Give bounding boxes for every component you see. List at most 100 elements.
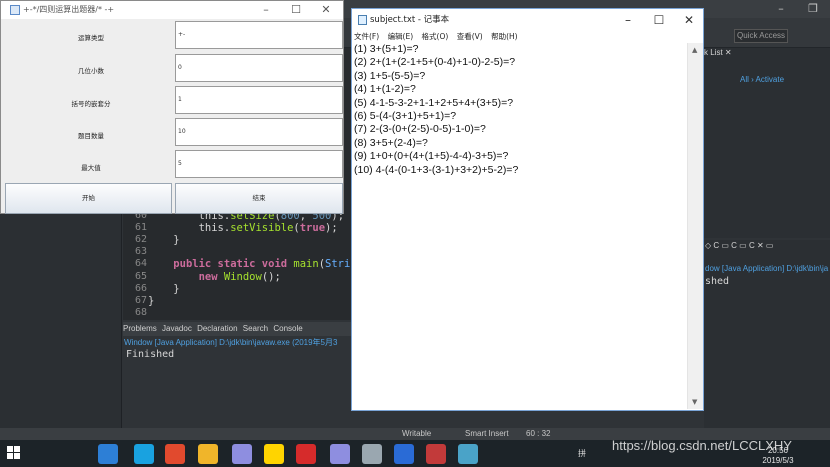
code-token: main (293, 258, 319, 271)
tab-declaration[interactable]: Declaration (197, 324, 237, 333)
task-list-tab[interactable]: k List ✕ (704, 48, 732, 57)
question-line: (7) 2-(3-(0+(2-5)-0-5)-1-0)=? (354, 123, 486, 136)
taskbar-app-icon[interactable] (232, 444, 252, 464)
question-line: (2) 2+(1+(2-1+5+(0-4)+1-0)-2-5)=? (354, 56, 516, 69)
scroll-down-icon[interactable]: ▼ (692, 398, 697, 406)
line-number: 61 (134, 222, 147, 234)
question-line: (1) 3+(5+1)=? (354, 43, 419, 55)
quick-access-input[interactable]: Quick Access (734, 29, 788, 43)
code-token: Window (223, 270, 262, 283)
dialog-minimize-button[interactable]: – (251, 1, 281, 19)
code-line: this.setVisible(true); (148, 222, 338, 234)
code-token: } (148, 234, 180, 247)
operation-type-label: 运算类型 (78, 34, 104, 42)
taskbar-app-icon[interactable] (198, 444, 218, 464)
java-app-icon (10, 5, 20, 15)
console-output: Finished (126, 349, 175, 360)
taskbar-app-icon[interactable] (362, 444, 382, 464)
menu-format[interactable]: 格式(O) (422, 32, 449, 41)
question-line: (10) 4-(4-(0-1+3-(3-1)+3+2)+5-2)=? (354, 163, 519, 176)
menu-file[interactable]: 文件(F) (354, 32, 379, 41)
end-button[interactable]: 结束 (175, 183, 343, 214)
notepad-icon (358, 15, 367, 25)
notepad-titlebar: subject.txt - 记事本 – ☐ ✕ (352, 9, 703, 31)
notepad-menubar: 文件(F) 编辑(E) 格式(O) 查看(V) 帮助(H) (354, 31, 524, 43)
code-line: } (148, 295, 154, 307)
taskbar-app-icon[interactable] (264, 444, 284, 464)
decimal-places-label: 几位小数 (78, 67, 104, 75)
code-token: true (299, 222, 326, 235)
status-insert-mode: Smart Insert (465, 429, 509, 438)
right-console-tabs[interactable]: ◇ C ▭ C ▭ C ✕ ▭ (705, 241, 773, 250)
code-token: } (148, 282, 180, 295)
question-line: (4) 1+(1-2)=? (354, 83, 416, 96)
max-value-label: 最大值 (81, 164, 101, 172)
question-line: (8) 3+5+(2-4)=? (354, 136, 428, 149)
line-number: 63 (134, 246, 147, 258)
code-token: this. (148, 222, 231, 235)
dialog-close-button[interactable]: ✕ (311, 1, 341, 19)
dialog-title: +-*/四则运算出题器/* -+ (23, 5, 115, 14)
clock-date: 2019/5/3 (762, 456, 794, 465)
taskbar-app-icon[interactable] (330, 444, 350, 464)
status-cursor-position: 60 : 32 (526, 429, 551, 438)
task-list-links[interactable]: All › Activate (740, 75, 784, 84)
bracket-nesting-label: 括号的嵌套分 (71, 100, 111, 108)
taskbar-app-icon[interactable] (165, 444, 185, 464)
code-token: public static void (173, 258, 294, 271)
ime-indicator[interactable]: 拼 (578, 448, 586, 459)
line-number: 66 (134, 282, 147, 294)
tab-search[interactable]: Search (243, 324, 268, 333)
code-line: } (148, 234, 180, 247)
code-line: } (148, 282, 180, 295)
code-token: new (198, 270, 224, 283)
scroll-up-icon[interactable]: ▲ (692, 46, 697, 54)
start-button[interactable]: 开始 (5, 183, 172, 214)
menu-edit[interactable]: 编辑(E) (388, 32, 414, 41)
taskbar-app-icon[interactable] (98, 444, 118, 464)
question-line: (5) 4-1-5-3-2+1-1+2+5+4+(3+5)=? (354, 96, 514, 109)
bracket-nesting-input[interactable]: 1 (175, 86, 343, 114)
tab-console[interactable]: Console (273, 324, 302, 333)
menu-help[interactable]: 帮助(H) (491, 32, 518, 41)
line-number: 67 (134, 294, 147, 306)
eclipse-maximize-button[interactable]: ❐ (798, 0, 828, 18)
code-line: public static void main(String[] (148, 258, 375, 271)
right-console-path: dow [Java Application] D:\jdk\bin\ja (705, 264, 829, 273)
csdn-watermark: https://blog.csdn.net/LCCLXHY (612, 438, 792, 453)
menu-view[interactable]: 查看(V) (457, 32, 483, 41)
notepad-close-button[interactable]: ✕ (673, 9, 705, 31)
console-launch-path: Window [Java Application] D:\jdk\bin\jav… (124, 338, 338, 347)
code-line: new Window(); (148, 271, 281, 283)
line-number: 65 (134, 270, 147, 282)
tab-problems[interactable]: Problems (123, 324, 157, 333)
max-value-input[interactable]: 5 (175, 150, 343, 178)
notepad-title: subject.txt - 记事本 (370, 15, 450, 25)
notepad-minimize-button[interactable]: – (612, 9, 644, 31)
taskbar-app-icon[interactable] (458, 444, 478, 464)
line-number: 64 (134, 258, 147, 270)
question-count-input[interactable]: 10 (175, 118, 343, 146)
dialog-maximize-button[interactable]: ☐ (281, 1, 311, 19)
eclipse-minimize-button[interactable]: – (766, 0, 796, 18)
code-token: ); (325, 222, 338, 235)
notepad-vertical-scrollbar[interactable]: ▲ ▼ (687, 43, 703, 409)
notepad-maximize-button[interactable]: ☐ (643, 9, 675, 31)
notepad-window: subject.txt - 记事本 – ☐ ✕ 文件(F) 编辑(E) 格式(O… (351, 8, 704, 411)
taskbar-app-icon[interactable] (426, 444, 446, 464)
taskbar-app-icon[interactable] (394, 444, 414, 464)
decimal-places-input[interactable]: 0 (175, 54, 343, 82)
operation-type-input[interactable]: +- (175, 21, 343, 49)
question-count-label: 题目数量 (78, 132, 104, 140)
tab-javadoc[interactable]: Javadoc (162, 324, 192, 333)
code-token: (); (261, 270, 281, 283)
notepad-text-area[interactable]: (1) 3+(5+1)=? (2) 2+(1+(2-1+5+(0-4)+1-0)-… (354, 43, 684, 409)
taskbar-app-icon[interactable] (296, 444, 316, 464)
taskbar-app-icon[interactable] (134, 444, 154, 464)
console-tab-bar: Problems Javadoc Declaration Search Cons… (123, 322, 353, 336)
question-line: (3) 1+5-(5-5)=? (354, 69, 426, 82)
windows-start-icon[interactable] (7, 446, 21, 460)
generator-dialog: +-*/四则运算出题器/* -+ – ☐ ✕ 运算类型 +- 几位小数 0 括号… (0, 0, 344, 214)
